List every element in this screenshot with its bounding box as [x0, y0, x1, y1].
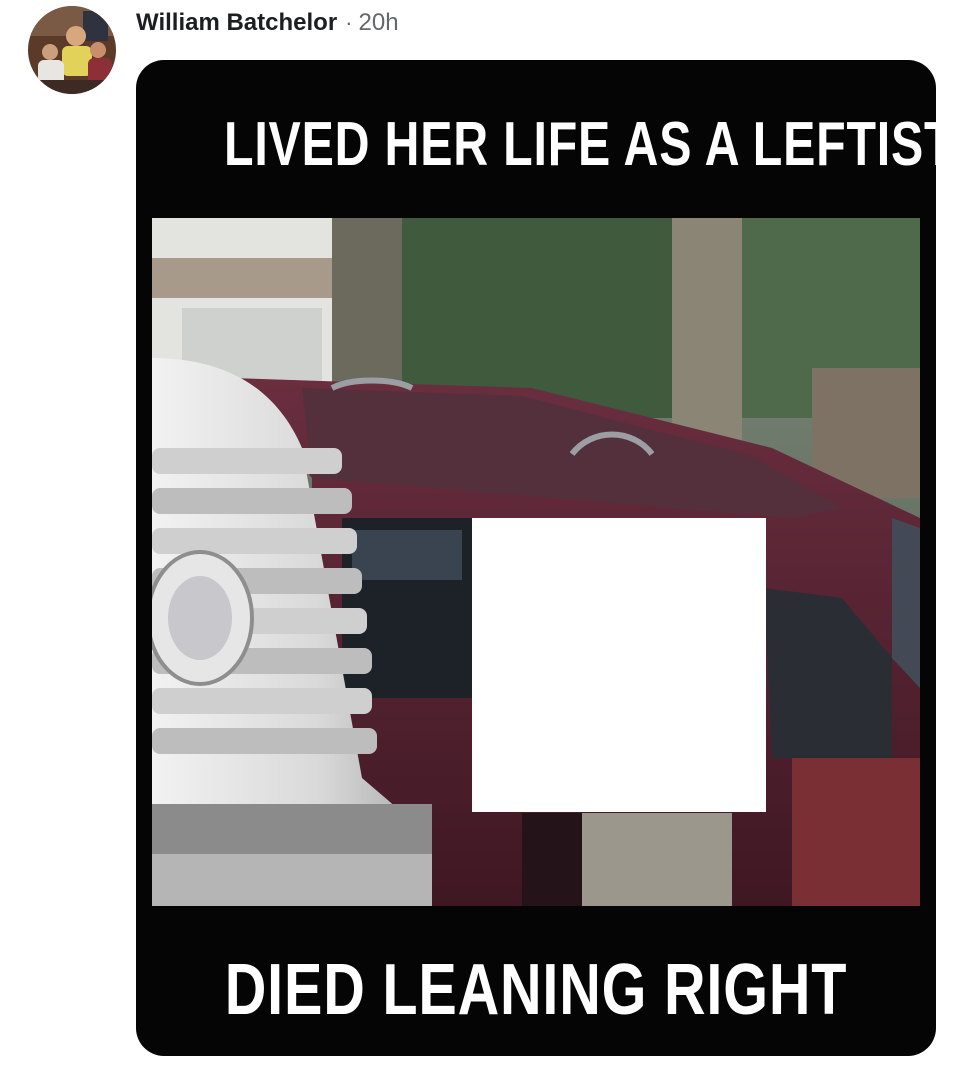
avatar[interactable]: [28, 6, 116, 94]
car-photo: [152, 218, 920, 906]
top-caption: LIVED HER LIFE AS A LEFTIST: [224, 110, 936, 179]
author-name[interactable]: William Batchelor: [136, 9, 337, 36]
meta-separator: ·: [345, 10, 353, 35]
author-line: William Batchelor · 20h: [136, 8, 399, 38]
meme-image[interactable]: LIVED HER LIFE AS A LEFTIST DIED LEANING…: [136, 60, 936, 1056]
car-photo-scene: [152, 218, 920, 906]
avatar-photo: [28, 6, 116, 94]
bottom-caption: DIED LEANING RIGHT: [224, 950, 848, 1030]
post-timestamp[interactable]: 20h: [359, 9, 399, 36]
